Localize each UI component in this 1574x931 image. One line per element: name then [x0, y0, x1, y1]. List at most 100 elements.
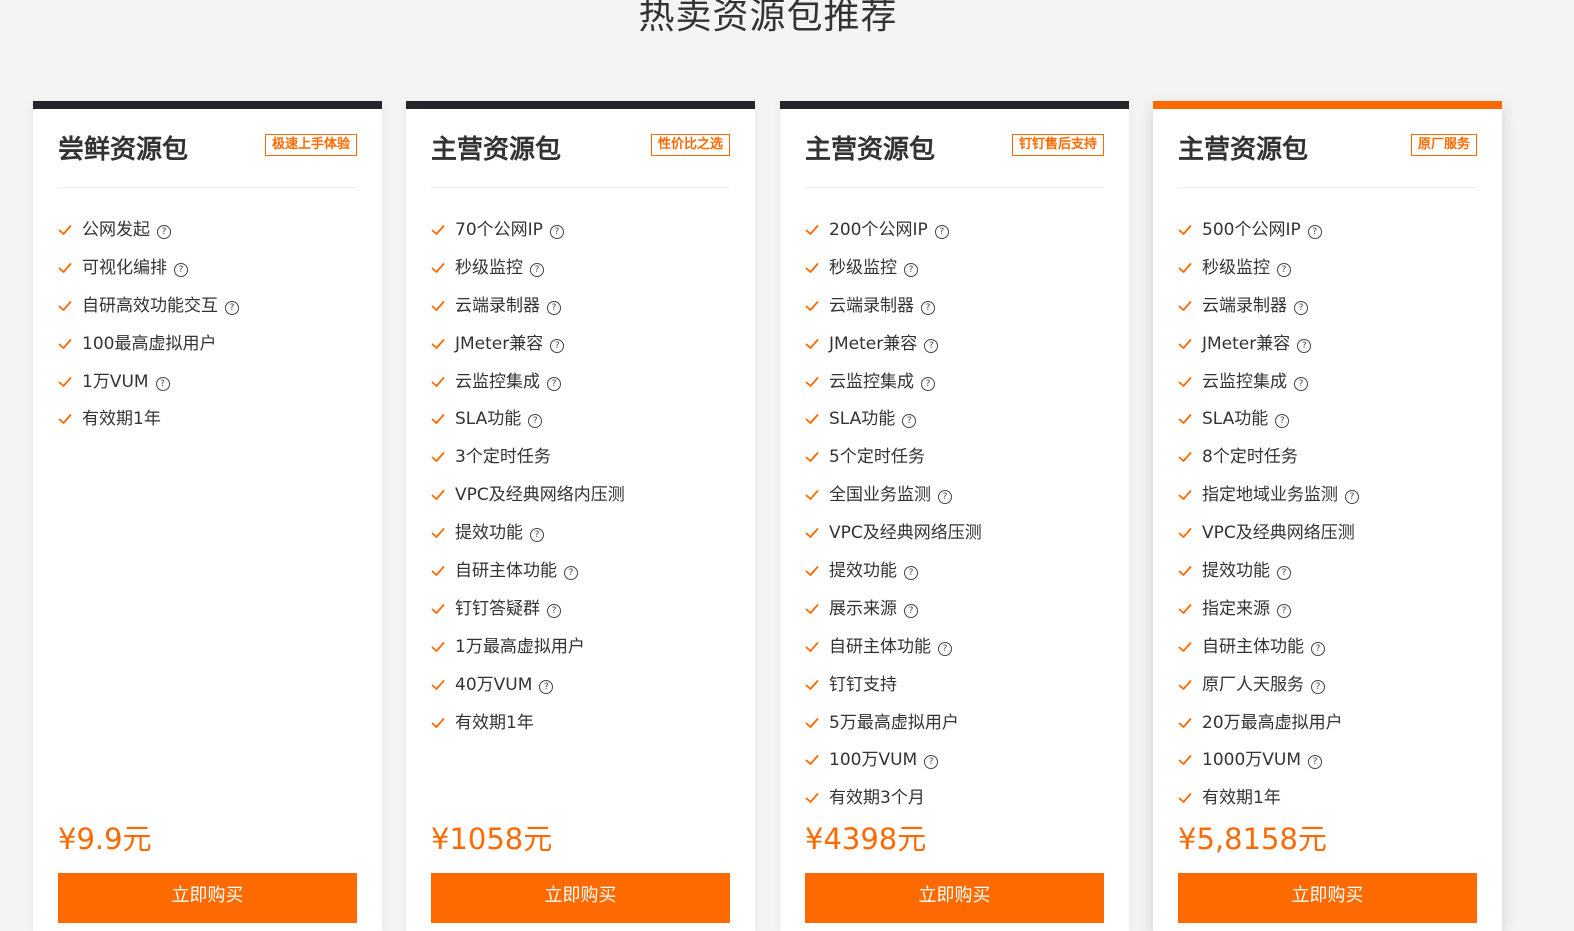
feature-item: 有效期3个月	[805, 780, 1119, 818]
feature-label: SLA功能	[1202, 409, 1269, 430]
question-circle-icon[interactable]: ?	[904, 262, 918, 277]
question-circle-icon[interactable]: ?	[1294, 376, 1308, 391]
check-icon	[58, 403, 72, 425]
feature-item: 3个定时任务	[431, 439, 745, 477]
question-circle-icon[interactable]: ?	[1311, 641, 1325, 656]
question-circle-icon[interactable]: ?	[155, 376, 170, 391]
question-circle-icon[interactable]: ?	[1311, 679, 1325, 694]
feature-label: 70个公网IP	[455, 220, 543, 240]
feature-label: 20万最高虚拟用户	[1202, 712, 1343, 733]
question-circle-icon[interactable]: ?	[549, 225, 564, 239]
card-tag-badge: 原厂服务	[1410, 134, 1477, 156]
feature-item: 5个定时任务	[805, 439, 1119, 477]
feature-item: 展示来源?	[805, 591, 1119, 629]
feature-label: 有效期3个月	[829, 788, 925, 809]
question-circle-icon[interactable]: ?	[528, 414, 543, 429]
buy-now-button[interactable]: 立即购买	[1178, 873, 1477, 923]
question-circle-icon[interactable]: ?	[904, 603, 918, 618]
feature-label: 云端录制器	[829, 295, 914, 316]
check-icon	[58, 366, 72, 387]
question-circle-icon[interactable]: ?	[539, 679, 554, 694]
feature-item: SLA功能?	[431, 401, 745, 439]
feature-item: 秒级监控?	[805, 250, 1119, 288]
feature-item: SLA功能?	[1178, 401, 1492, 439]
question-circle-icon[interactable]: ?	[530, 262, 544, 277]
price: ¥9.9元	[58, 822, 152, 856]
question-circle-icon[interactable]: ?	[225, 300, 239, 315]
feature-item: 指定地域业务监测?	[1178, 477, 1492, 515]
buy-now-button[interactable]: 立即购买	[431, 873, 730, 923]
question-circle-icon[interactable]: ?	[174, 262, 188, 277]
feature-item: 100万VUM?	[805, 742, 1119, 780]
check-icon	[805, 366, 819, 387]
feature-item: 8个定时任务	[1178, 439, 1492, 477]
feature-label: 公网发起	[82, 220, 150, 240]
price: ¥4398元	[805, 822, 927, 856]
question-circle-icon[interactable]: ?	[547, 376, 561, 391]
buy-now-button[interactable]: 立即购买	[58, 873, 357, 923]
feature-item: 70个公网IP?	[431, 212, 745, 250]
check-icon	[58, 252, 72, 273]
feature-item: 云监控集成?	[805, 364, 1119, 402]
feature-label: 5个定时任务	[829, 447, 925, 468]
check-icon	[431, 555, 445, 576]
feature-item: 有效期1年	[431, 705, 745, 743]
package-card: 尝鲜资源包 极速上手体验 公网发起? 可视化编排? 自研高效功能交互? 100最高虚拟用户…	[33, 101, 382, 931]
feature-label: 云监控集成	[1202, 371, 1287, 392]
check-icon	[805, 479, 819, 501]
question-circle-icon[interactable]: ?	[938, 490, 952, 505]
feature-item: 公网发起?	[58, 212, 372, 250]
feature-item: JMeter兼容?	[431, 326, 745, 364]
feature-item: 云端录制器?	[431, 288, 745, 326]
check-icon	[1178, 782, 1192, 804]
feature-label: 提效功能	[455, 523, 523, 544]
feature-label: VPC及经典网络内压测	[455, 485, 625, 506]
question-circle-icon[interactable]: ?	[1277, 262, 1291, 277]
feature-label: 云端录制器	[1202, 295, 1287, 316]
question-circle-icon[interactable]: ?	[1277, 566, 1291, 581]
feature-item: 有效期1年	[1178, 780, 1492, 818]
question-circle-icon[interactable]: ?	[547, 603, 561, 618]
check-icon	[805, 744, 819, 766]
question-circle-icon[interactable]: ?	[921, 300, 935, 315]
question-circle-icon[interactable]: ?	[924, 755, 939, 770]
question-circle-icon[interactable]: ?	[904, 566, 918, 581]
question-circle-icon[interactable]: ?	[1294, 300, 1308, 315]
question-circle-icon[interactable]: ?	[921, 376, 935, 391]
question-circle-icon[interactable]: ?	[550, 338, 565, 353]
check-icon	[1178, 669, 1192, 690]
card-title: 主营资源包	[1178, 135, 1309, 165]
feature-label: 40万VUM	[455, 674, 533, 695]
check-icon	[431, 290, 445, 311]
check-icon	[1178, 290, 1192, 311]
feature-item: 1000万VUM?	[1178, 742, 1492, 780]
feature-label: 8个定时任务	[1202, 447, 1298, 468]
feature-label: 有效期1年	[455, 712, 534, 733]
buy-now-button[interactable]: 立即购买	[805, 873, 1104, 923]
question-circle-icon[interactable]: ?	[157, 225, 171, 239]
question-circle-icon[interactable]: ?	[1277, 603, 1291, 618]
feature-label: 秒级监控	[829, 257, 897, 278]
feature-label: 自研主体功能	[1202, 636, 1304, 657]
question-circle-icon[interactable]: ?	[934, 225, 949, 239]
question-circle-icon[interactable]: ?	[938, 641, 952, 656]
question-circle-icon[interactable]: ?	[530, 528, 544, 543]
feature-item: 原厂人天服务?	[1178, 667, 1492, 705]
feature-item: 全国业务监测?	[805, 477, 1119, 515]
question-circle-icon[interactable]: ?	[1308, 755, 1323, 770]
question-circle-icon[interactable]: ?	[902, 414, 917, 429]
question-circle-icon[interactable]: ?	[1345, 490, 1359, 505]
question-circle-icon[interactable]: ?	[924, 338, 939, 353]
question-circle-icon[interactable]: ?	[564, 566, 578, 581]
feature-item: 自研主体功能?	[431, 553, 745, 591]
question-circle-icon[interactable]: ?	[547, 300, 561, 315]
check-icon	[805, 782, 819, 804]
feature-item: 云端录制器?	[805, 288, 1119, 326]
question-circle-icon[interactable]: ?	[1275, 414, 1290, 429]
card-tag-badge: 钉钉售后支持	[1011, 134, 1104, 156]
feature-label: JMeter兼容	[829, 333, 918, 354]
feature-label: 秒级监控	[1202, 257, 1270, 278]
question-circle-icon[interactable]: ?	[1307, 225, 1322, 239]
question-circle-icon[interactable]: ?	[1297, 338, 1312, 353]
check-icon	[1178, 631, 1192, 652]
